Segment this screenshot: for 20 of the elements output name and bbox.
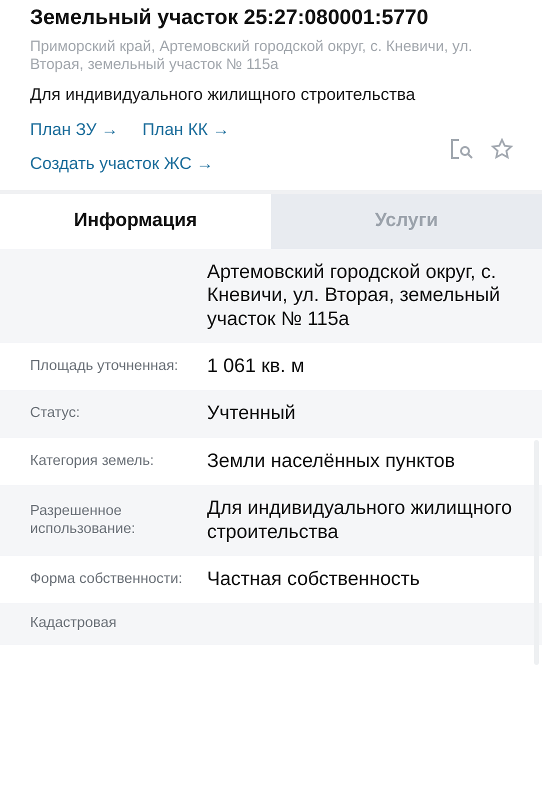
field-value: Артемовский городской округ, с. Кневичи, ул. Вторая, земельный участок № 115а — [207, 260, 502, 332]
field-label: Категория земель: — [30, 452, 155, 470]
address-text: Приморский край, Артемовский городской округ, с. Кневичи, ул. Вторая, земельный участок № 115а — [30, 38, 474, 76]
field-value: 1 061 кв. м — [207, 355, 304, 378]
search-document-icon[interactable] — [450, 138, 474, 160]
star-icon[interactable] — [490, 138, 514, 160]
link[interactable]: Создать участок ЖС → — [30, 150, 230, 176]
link[interactable]: План ЗУ → — [30, 117, 118, 143]
field-label: Форма собственности: — [30, 571, 184, 588]
field-label: Кадастровая — [30, 615, 118, 633]
field-value: Земли населённых пунктов — [207, 450, 455, 474]
field-value: Учтенный — [207, 402, 296, 426]
purpose-text: Для индивидуального жилищного строительства — [30, 85, 416, 106]
field-label: Статус: — [30, 405, 81, 423]
field-value: Для индивидуального жилищного строительства — [207, 497, 513, 544]
field-label: Разрешенное использование: — [30, 503, 136, 538]
field-label: Площадь уточненная: — [30, 358, 180, 376]
page-title: Земельный участок 25:27:080001:5770 — [30, 6, 430, 30]
link[interactable]: План КК → — [142, 117, 230, 143]
field-value: Частная собственность — [207, 568, 420, 592]
